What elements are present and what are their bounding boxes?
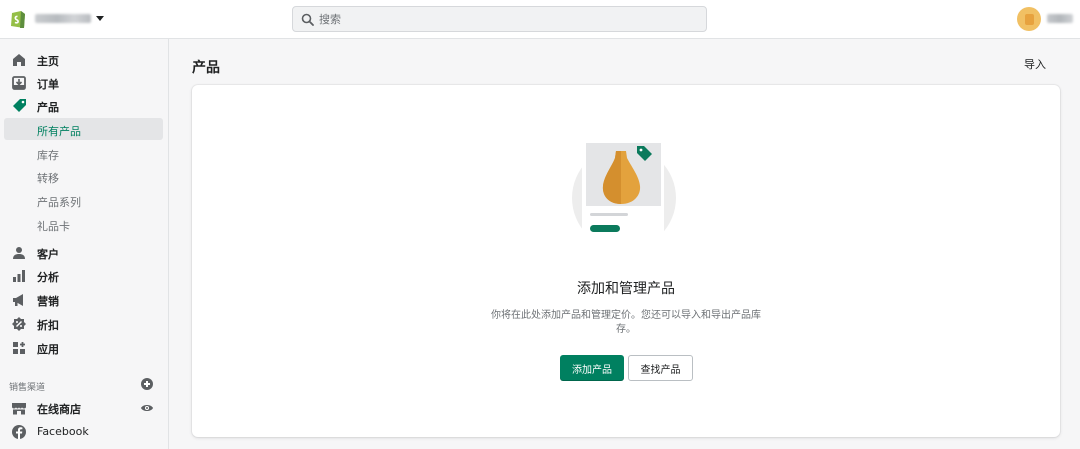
user-name[interactable]: [1047, 14, 1073, 23]
sidebar-item-home[interactable]: 主页: [0, 49, 169, 71]
sidebar: 主页 订单 产品 所有产品 库存 转移 产品系列 礼品卡 客户 分析 营销 折扣…: [0, 39, 169, 449]
orders-icon: [12, 76, 26, 90]
sidebar-item-orders[interactable]: 订单: [0, 72, 169, 94]
sidebar-item-label: 折扣: [37, 319, 59, 332]
customer-icon: [13, 247, 25, 259]
megaphone-icon: [13, 294, 23, 306]
search-bar[interactable]: [292, 6, 707, 32]
sidebar-item-label: 主页: [37, 55, 59, 68]
find-product-button[interactable]: 查找产品: [628, 355, 693, 381]
sidebar-item-customers[interactable]: 客户: [0, 242, 169, 264]
sidebar-item-facebook[interactable]: Facebook: [0, 421, 169, 443]
sidebar-item-label: 分析: [37, 271, 59, 284]
sidebar-subitem-collections[interactable]: 产品系列: [4, 189, 163, 211]
page-title: 产品: [192, 60, 220, 76]
sidebar-item-marketing[interactable]: 营销: [0, 289, 169, 311]
sidebar-subitem-label: 礼品卡: [37, 220, 70, 233]
sidebar-item-label: 客户: [37, 248, 59, 261]
add-channel-icon[interactable]: [141, 378, 153, 390]
facebook-icon: [12, 425, 26, 439]
add-product-button[interactable]: 添加产品: [560, 355, 624, 381]
tag-icon: [13, 99, 26, 112]
sidebar-item-label: 应用: [37, 343, 59, 356]
sidebar-subitem-label: 库存: [37, 149, 59, 162]
sidebar-item-label: 营销: [37, 295, 59, 308]
analytics-icon: [13, 270, 25, 282]
empty-state-description: 你将在此处添加产品和管理定价。您还可以导入和导出产品库存。: [491, 310, 761, 335]
sidebar-item-label: 订单: [37, 78, 59, 91]
chevron-down-icon[interactable]: [96, 16, 104, 21]
search-icon: [301, 13, 314, 26]
product-illustration: [572, 139, 676, 236]
sales-channels-title: 销售渠道: [9, 383, 46, 393]
sidebar-item-products[interactable]: 产品: [0, 95, 169, 117]
sidebar-item-analytics[interactable]: 分析: [0, 265, 169, 287]
store-icon: [12, 403, 26, 415]
eye-icon[interactable]: [140, 402, 154, 414]
empty-state-card: 添加和管理产品 你将在此处添加产品和管理定价。您还可以导入和导出产品库存。 添加…: [192, 85, 1060, 437]
sidebar-item-apps[interactable]: 应用: [0, 337, 169, 359]
discount-icon: [12, 317, 26, 331]
sidebar-item-label: Facebook: [37, 425, 89, 438]
top-bar: [0, 0, 1080, 39]
import-button[interactable]: 导入: [1024, 56, 1046, 72]
sidebar-item-discounts[interactable]: 折扣: [0, 313, 169, 335]
sidebar-item-label: 产品: [37, 101, 59, 114]
sidebar-subitem-inventory[interactable]: 库存: [4, 142, 163, 164]
shopify-logo-icon[interactable]: [9, 9, 27, 29]
sidebar-subitem-gift-cards[interactable]: 礼品卡: [4, 213, 163, 235]
search-input[interactable]: [319, 10, 699, 28]
apps-icon: [13, 342, 25, 354]
sidebar-subitem-label: 所有产品: [37, 125, 81, 138]
store-name[interactable]: [35, 14, 91, 23]
sidebar-subitem-label: 转移: [37, 172, 59, 185]
empty-state-title: 添加和管理产品: [577, 281, 675, 297]
avatar[interactable]: [1017, 7, 1041, 31]
sidebar-subitem-all-products[interactable]: 所有产品: [4, 118, 163, 140]
sidebar-item-label: 在线商店: [37, 403, 81, 416]
home-icon: [13, 54, 25, 66]
sidebar-subitem-label: 产品系列: [37, 196, 81, 209]
sidebar-subitem-transfers[interactable]: 转移: [4, 165, 163, 187]
